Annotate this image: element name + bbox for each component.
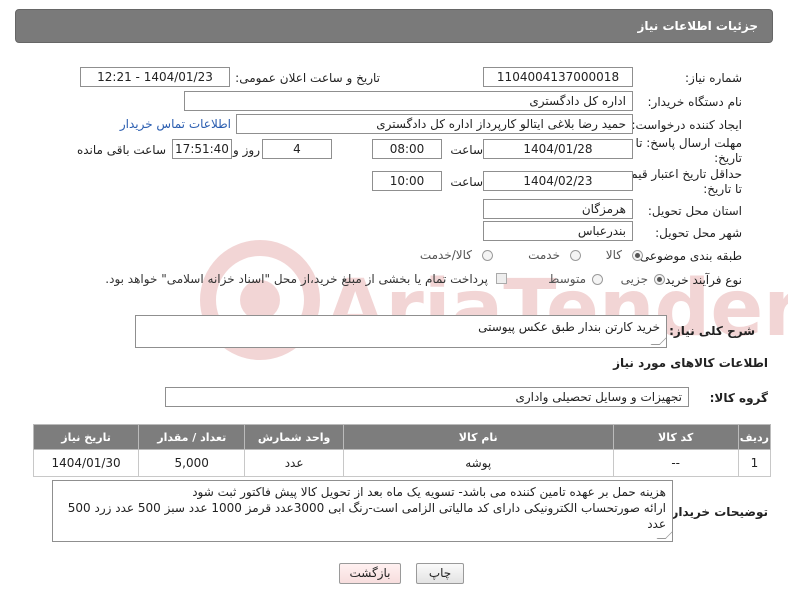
category-service-radio[interactable] [570, 250, 581, 261]
process-type-label: نوع فرآیند خرید : [657, 273, 742, 287]
description-textarea[interactable]: خرید کارتن بندار طبق عکس پیوستی [135, 315, 667, 348]
requester-label: ایجاد کننده درخواست: [631, 118, 742, 132]
cell-unit: عدد [244, 449, 344, 477]
goods-section-title: اطلاعات کالاهای مورد نیاز [613, 356, 768, 370]
validity-time-field: 10:00 [372, 171, 442, 191]
table-row: 1 -- پوشه عدد 5,000 1404/01/30 [32, 449, 772, 477]
need-number-label: شماره نیاز: [685, 71, 742, 85]
buyer-notes-line-2: ارائه صورتحساب الکترونیکی دارای کد مالیا… [67, 501, 666, 531]
city-label: شهر محل تحویل: [655, 226, 742, 240]
cell-need-date: 1404/01/30 [32, 449, 140, 477]
announce-datetime-field: 1404/01/23 - 12:21 [80, 67, 230, 87]
buyer-notes-textarea[interactable]: هزینه حمل بر عهده تامین کننده می باشد- ت… [52, 480, 673, 542]
category-goods-service-label: کالا/خدمت [419, 248, 472, 262]
validity-label-line2: تا تاریخ: [703, 182, 742, 196]
days-label: روز و [233, 143, 260, 157]
back-button[interactable]: بازگشت [339, 563, 401, 584]
col-header-need-date: تاریخ نیاز [32, 424, 140, 450]
cell-quantity: 5,000 [138, 449, 246, 477]
goods-group-label: گروه کالا: [709, 391, 768, 405]
buyer-org-field: اداره کل دادگستری [184, 91, 633, 111]
validity-time-label: ساعت [450, 175, 483, 189]
resize-handle-icon[interactable] [650, 336, 666, 345]
cell-item-code: -- [612, 449, 739, 477]
category-service-label: خدمت [528, 248, 560, 262]
description-label: شرح کلی نیاز: [669, 324, 755, 338]
details-header: جزئیات اطلاعات نیاز [15, 9, 773, 43]
category-goods-service-radio[interactable] [482, 250, 493, 261]
city-field: بندرعباس [483, 221, 633, 241]
category-goods-label: کالا [605, 248, 622, 262]
cell-row-number: 1 [737, 449, 772, 477]
col-header-unit: واحد شمارش [244, 424, 344, 450]
need-number-field: 1104004137000018 [483, 67, 633, 87]
cell-item-name: پوشه [342, 449, 614, 477]
deadline-label-line1: مهلت ارسال پاسخ: تا [635, 136, 742, 150]
col-header-name: نام کالا [342, 424, 614, 450]
process-medium-radio[interactable] [592, 274, 603, 285]
category-goods-radio[interactable] [632, 250, 643, 261]
goods-table-header: ردیف کد کالا نام کالا واحد شمارش تعداد /… [32, 424, 772, 450]
requester-field: حمید رضا بلاغی ایتالو کارپرداز اداره کل … [236, 114, 633, 134]
process-minor-label: جزیی [620, 272, 648, 286]
buyer-notes-line-1: هزینه حمل بر عهده تامین کننده می باشد- ت… [192, 485, 666, 499]
page-title: جزئیات اطلاعات نیاز [637, 19, 758, 33]
announce-datetime-label: تاریخ و ساعت اعلان عمومی: [235, 71, 380, 85]
deadline-time-field: 08:00 [372, 139, 442, 159]
deadline-time-label: ساعت [450, 143, 483, 157]
process-medium-label: متوسط [548, 272, 586, 286]
buyer-notes-label: توضیحات خریدار: [666, 505, 768, 519]
buyer-contact-link[interactable]: اطلاعات تماس خریدار [120, 117, 231, 131]
remaining-time-field: 17:51:40 [172, 139, 232, 159]
col-header-quantity: تعداد / مقدار [138, 424, 246, 450]
validity-label-line1: حداقل تاریخ اعتبار قیمت: [615, 167, 742, 181]
col-header-code: کد کالا [612, 424, 739, 450]
remaining-time-label: ساعت باقی مانده [76, 143, 166, 157]
deadline-label-line2: تاریخ: [714, 151, 742, 165]
treasury-payment-note: پرداخت تمام یا بخشی از مبلغ خرید،از محل … [105, 272, 488, 286]
description-text: خرید کارتن بندار طبق عکس پیوستی [478, 320, 660, 334]
buyer-org-label: نام دستگاه خریدار: [647, 95, 743, 109]
province-label: استان محل تحویل: [647, 204, 742, 218]
goods-group-field: تجهیزات و وسایل تحصیلی واداری [165, 387, 689, 407]
goods-table: ردیف کد کالا نام کالا واحد شمارش تعداد /… [32, 424, 772, 477]
print-button[interactable]: چاپ [416, 563, 464, 584]
deadline-date-field: 1404/01/28 [483, 139, 633, 159]
process-minor-radio[interactable] [654, 274, 665, 285]
treasury-payment-checkbox[interactable] [496, 273, 507, 284]
category-label: طبقه بندی موضوعی: [635, 249, 742, 263]
remaining-days-field: 4 [262, 139, 332, 159]
validity-date-field: 1404/02/23 [483, 171, 633, 191]
col-header-row: ردیف [737, 424, 772, 450]
province-field: هرمزگان [483, 199, 633, 219]
